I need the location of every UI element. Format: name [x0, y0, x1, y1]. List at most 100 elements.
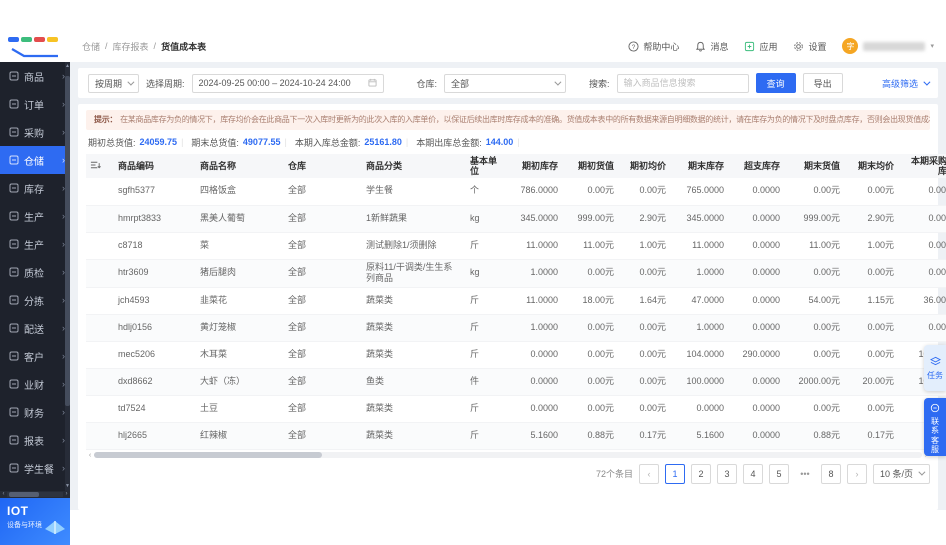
cell-code: hmrpt3833 — [110, 205, 192, 233]
summary-item: 本期入库总金额: 25161.80 | — [294, 137, 409, 148]
hscrollbar-thumb[interactable] — [9, 492, 39, 497]
page-size-select[interactable]: 10 条/页 — [872, 463, 930, 484]
sidebar-item-icon — [9, 211, 19, 221]
service-text-vertical: 联系客服 — [931, 416, 939, 455]
page-button[interactable]: 4 — [742, 463, 763, 484]
table-row[interactable]: hmrpt3833 黑美人葡萄 全部 1新鲜蔬果 kg 345.0000 999… — [86, 205, 946, 233]
breadcrumb-item[interactable]: 库存报表 — [113, 40, 149, 53]
cell-category: 学生餐 — [358, 178, 462, 206]
cell-name: 大虾（冻） — [192, 368, 280, 396]
cell-name: 黑美人葡萄 — [192, 205, 280, 233]
scroll-right-icon[interactable]: › — [63, 491, 70, 498]
table-body: sgfh5377 四格饭盒 全部 学生餐 个 786.0000 0.00元 0.… — [86, 178, 946, 450]
cell-end-price: 0.00元 — [848, 395, 902, 423]
cell-category: 蔬菜类 — [358, 314, 462, 342]
cell-end-qty: 1.0000 — [674, 314, 732, 342]
table-row[interactable]: dxd8662 大虾（冻） 全部 鱼类 件 0.0000 0.00元 0.00元… — [86, 368, 946, 396]
sidebar-item-icon — [9, 267, 19, 277]
cell-category: 测试删除1/须删除 — [358, 232, 462, 260]
sidebar-item[interactable]: 客户 › — [0, 342, 70, 370]
table-row[interactable]: td7524 土豆 全部 蔬菜类 斤 0.0000 0.00元 0.00元 0.… — [86, 395, 946, 423]
sidebar-item[interactable]: 生产 › — [0, 202, 70, 230]
period-mode-select[interactable]: 按周期 — [88, 73, 140, 93]
cell-begin-value: 0.00元 — [566, 341, 622, 369]
scroll-left-icon[interactable]: ‹ — [0, 491, 7, 498]
contact-service-widget[interactable]: 联系客服 — [924, 398, 946, 456]
sidebar-item[interactable]: 订单 › — [0, 90, 70, 118]
sidebar-item[interactable]: 商品 › — [0, 62, 70, 90]
cell-end-price: 0.17元 — [848, 422, 902, 450]
sidebar-item[interactable]: 配送 › — [0, 314, 70, 342]
sidebar-item[interactable]: 质检 › — [0, 258, 70, 286]
table-row[interactable]: sgfh5377 四格饭盒 全部 学生餐 个 786.0000 0.00元 0.… — [86, 178, 946, 206]
search-input[interactable] — [616, 73, 749, 93]
sidebar-item[interactable]: 业财 › — [0, 370, 70, 398]
sidebar-item[interactable]: 学生餐 › — [0, 454, 70, 482]
page-button[interactable]: 8 — [820, 463, 841, 484]
gear-icon — [793, 41, 804, 52]
sidebar-item[interactable]: 仓储 › — [0, 146, 70, 174]
table-row[interactable]: hlj2665 红辣椒 全部 蔬菜类 斤 5.1600 0.88元 0.17元 … — [86, 422, 946, 450]
table-row[interactable]: hdlj0156 黄灯笼椒 全部 蔬菜类 斤 1.0000 0.00元 0.00… — [86, 314, 946, 342]
export-button[interactable]: 导出 — [802, 73, 843, 93]
user-name-redacted — [863, 41, 926, 51]
message-link[interactable]: 消息 — [695, 40, 728, 53]
scroll-left-icon[interactable]: ‹ — [86, 452, 94, 459]
headset-icon — [930, 403, 940, 416]
sidebar-item[interactable]: 采购 › — [0, 118, 70, 146]
page-button[interactable]: 2 — [690, 463, 711, 484]
sidebar-item[interactable]: 分拣 › — [0, 286, 70, 314]
cell-end-price: 20.00元 — [848, 368, 902, 396]
cell-begin-qty: 11.0000 — [510, 287, 566, 315]
table-hscrollbar[interactable]: ‹ › — [86, 452, 930, 459]
sidebar-item-icon — [9, 323, 19, 333]
sidebar-item[interactable]: 库存 › — [0, 174, 70, 202]
cell-name: 木耳菜 — [192, 341, 280, 369]
cell-warehouse: 全部 — [280, 178, 358, 206]
settings-link[interactable]: 设置 — [793, 40, 826, 53]
apps-link[interactable]: 应用 — [744, 40, 777, 53]
breadcrumb-item[interactable]: 仓储 — [82, 40, 100, 53]
search-label: 搜索: — [589, 78, 610, 89]
cell-begin-value: 0.88元 — [566, 422, 622, 450]
advanced-filter-link[interactable]: 高级筛选 — [882, 77, 931, 90]
chevron-down-icon: ▾ — [930, 43, 934, 50]
summary-item: 本期出库总金额: 144.00 | — [416, 137, 520, 148]
next-page-button[interactable]: › — [846, 463, 867, 484]
cell-end-price: 1.15元 — [848, 287, 902, 315]
warehouse-select[interactable]: 全部 — [444, 73, 567, 93]
page-button[interactable]: 3 — [716, 463, 737, 484]
sidebar-item[interactable]: 报表 › — [0, 426, 70, 454]
sidebar-hscrollbar[interactable]: ‹ › — [0, 491, 70, 498]
hscrollbar-thumb[interactable] — [94, 452, 322, 459]
table-row[interactable]: mec5206 木耳菜 全部 蔬菜类 斤 0.0000 0.00元 0.00元 … — [86, 341, 946, 369]
column-settings-icon[interactable] — [86, 154, 110, 178]
search-button[interactable]: 查询 — [755, 73, 796, 93]
page-button[interactable]: 5 — [768, 463, 789, 484]
cell-begin-qty: 0.0000 — [510, 368, 566, 396]
cell-over-qty: 0.0000 — [732, 205, 788, 233]
help-center-link[interactable]: ? 帮助中心 — [628, 40, 679, 53]
cell-over-qty: 0.0000 — [732, 232, 788, 260]
chevron-down-icon — [918, 468, 926, 476]
chevron-down-icon — [127, 78, 135, 86]
cell-name: 黄灯笼椒 — [192, 314, 280, 342]
sidebar-item-icon — [9, 379, 19, 389]
table-row[interactable]: c8718 菜 全部 测试删除1/须删除 斤 11.0000 11.00元 1.… — [86, 232, 946, 260]
date-range-input[interactable]: 2024-09-25 00:00 – 2024-10-24 24:00 — [191, 73, 384, 93]
sidebar-item[interactable]: 生产 › — [0, 230, 70, 258]
sidebar-item[interactable]: 财务 › — [0, 398, 70, 426]
table-row[interactable]: jch4593 韭菜花 全部 蔬菜类 斤 11.0000 18.00元 1.64… — [86, 287, 946, 315]
page-button[interactable]: 1 — [664, 463, 685, 484]
cell-end-value: 11.00元 — [788, 232, 848, 260]
table-row[interactable]: htr3609 猪后腿肉 全部 原料11/干调类/生生系列商品 kg 1.000… — [86, 259, 946, 288]
cell-end-price: 0.00元 — [848, 314, 902, 342]
prev-page-button[interactable]: ‹ — [638, 463, 659, 484]
iot-panel[interactable]: IOT 设备与环境 — [0, 498, 70, 545]
cell-code: jch4593 — [110, 287, 192, 315]
user-menu[interactable]: 字 ▾ — [842, 38, 934, 54]
logo-bars-icon — [8, 37, 58, 42]
page-button[interactable]: ••• — [794, 463, 815, 484]
task-widget[interactable]: 任务 — [924, 345, 946, 391]
pagination-total: 72个条目 — [595, 469, 633, 480]
